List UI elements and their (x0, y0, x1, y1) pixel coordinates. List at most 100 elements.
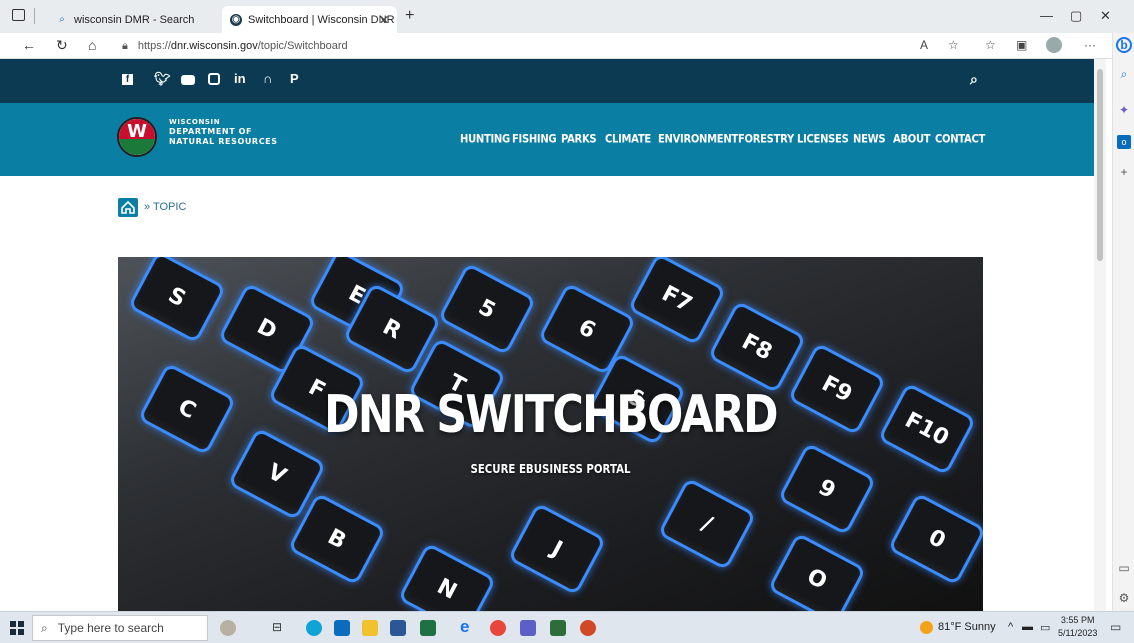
globe-icon: ◉ (230, 13, 242, 26)
hero-banner: S D E R 5 6 F7 F8 F9 F10 C F T & V B N J… (118, 257, 983, 611)
nav-fishing[interactable]: FISHING (512, 133, 557, 146)
favorites-icon[interactable]: ☆ (985, 38, 996, 52)
notifications-icon[interactable]: ▭ (1110, 620, 1121, 634)
bing-chat-icon[interactable]: b (1116, 37, 1132, 53)
nav-about[interactable]: ABOUT (893, 133, 931, 146)
refresh-icon[interactable]: ↻ (56, 37, 68, 54)
settings-icon[interactable]: ⚙ (1117, 591, 1131, 605)
windows-start-icon[interactable] (10, 621, 24, 635)
nav-climate[interactable]: CLIMATE (605, 133, 651, 146)
hero-title: DNR SWITCHBOARD (324, 385, 778, 445)
weather-text[interactable]: 81°F Sunny (938, 621, 996, 633)
window-close-icon[interactable]: ✕ (1100, 8, 1111, 24)
powerpoint-icon[interactable] (580, 620, 596, 636)
profile-avatar[interactable] (1046, 37, 1062, 53)
tab-actions-icon[interactable] (12, 9, 25, 21)
site-search-icon[interactable]: ⌕ (970, 71, 978, 88)
keyboard-key: J (507, 502, 607, 596)
breadcrumb-home-icon[interactable] (118, 198, 138, 217)
linkedin-icon[interactable]: in (234, 71, 246, 86)
dnr-logo[interactable]: W (117, 117, 157, 157)
main-nav-bar: W WISCONSIN DEPARTMENT OF NATURAL RESOUR… (0, 103, 1094, 176)
word-icon[interactable] (390, 620, 406, 636)
outlook-icon[interactable]: o (1117, 135, 1131, 149)
nav-licenses[interactable]: LICENSES (797, 133, 849, 146)
edge-sidebar: b ⌕ ✦ o + ▭ ⚙ (1112, 33, 1134, 611)
keyboard-key: S (127, 257, 227, 344)
system-clock[interactable]: 3:55 PM 5/11/2023 (1058, 614, 1097, 640)
new-tab-icon[interactable]: + (405, 7, 414, 25)
page-scrollbar[interactable] (1094, 59, 1106, 611)
battery-icon[interactable]: ▬ (1022, 621, 1033, 633)
weather-sun-icon[interactable] (920, 621, 933, 634)
outlook-icon[interactable] (334, 620, 350, 636)
url-prefix: https:// (137, 40, 171, 52)
more-icon[interactable]: ··· (1084, 38, 1096, 52)
edge-icon[interactable] (306, 620, 322, 636)
nav-forestry[interactable]: FORESTRY (738, 133, 794, 146)
tab-label: Switchboard | Wisconsin DNR (248, 13, 395, 26)
keyboard-key: 5 (437, 262, 537, 356)
sidebar-toggle-icon[interactable]: ▭ (1117, 561, 1131, 575)
tab-switchboard[interactable]: ◉ Switchboard | Wisconsin DNR ✕ (222, 6, 397, 33)
nav-environment[interactable]: ENVIRONMENT (658, 133, 738, 146)
back-icon[interactable]: ← (22, 37, 36, 53)
tab-label: wisconsin DMR - Search (74, 13, 195, 26)
breadcrumb-topic[interactable]: » TOPIC (144, 201, 186, 213)
address-bar-row: ← ↻ ⌂ 🔒︎ https://dnr.wisconsin.gov/topic… (0, 33, 1134, 59)
add-icon[interactable]: + (1117, 165, 1131, 179)
logo-line-2: DEPARTMENT OF (169, 127, 253, 136)
tab-divider (34, 8, 35, 24)
nav-hunting[interactable]: HUNTING (460, 133, 510, 146)
read-aloud-icon[interactable]: A (920, 38, 928, 52)
keyboard-key: 9 (777, 442, 877, 536)
favorite-add-icon[interactable]: ☆ (948, 38, 959, 52)
keyboard-key: F8 (707, 300, 807, 394)
tools-icon[interactable]: ✦ (1117, 103, 1131, 117)
search-icon: ⌕ (41, 620, 48, 635)
nav-contact[interactable]: CONTACT (935, 133, 985, 146)
logo-line-1: WISCONSIN (169, 118, 221, 126)
search-icon[interactable]: ⌕ (1117, 67, 1131, 81)
collections-icon[interactable]: ▣ (1016, 38, 1027, 52)
excel-icon[interactable] (420, 620, 436, 636)
restore-icon[interactable]: ▢ (1070, 8, 1082, 24)
logo-w-letter: W (127, 121, 147, 142)
youtube-icon[interactable] (181, 75, 195, 85)
taskbar-search-input[interactable]: ⌕ Type here to search (32, 615, 208, 641)
url-path: /topic/Switchboard (257, 40, 348, 52)
home-icon[interactable]: ⌂ (88, 37, 96, 53)
scroll-thumb[interactable] (1097, 69, 1103, 261)
network-icon[interactable]: ▭ (1040, 621, 1050, 634)
internet-explorer-icon[interactable]: e (460, 617, 476, 636)
logo-text[interactable]: WISCONSIN DEPARTMENT OF NATURAL RESOURCE… (169, 117, 278, 147)
instagram-icon[interactable] (208, 73, 220, 85)
close-icon[interactable]: ✕ (379, 13, 389, 27)
url-field[interactable]: 🔒︎ https://dnr.wisconsin.gov/topic/Switc… (122, 36, 982, 56)
task-view-icon[interactable]: ⊟ (272, 620, 288, 636)
nav-news[interactable]: NEWS (853, 133, 886, 146)
podcast-icon[interactable]: ∩ (263, 71, 272, 86)
file-explorer-icon[interactable] (362, 620, 378, 636)
keyboard-key: N (397, 542, 497, 611)
nav-parks[interactable]: PARKS (561, 133, 597, 146)
twitter-icon[interactable]: 🐦︎ (154, 71, 171, 87)
keyboard-key: O (767, 532, 867, 611)
site-top-bar: f 🐦︎ in ∩ P ⌕ (0, 59, 1094, 103)
lock-icon: 🔒︎ (122, 39, 128, 52)
cortana-icon[interactable] (220, 620, 236, 636)
pinterest-icon[interactable]: P (290, 71, 299, 86)
teams-icon[interactable] (520, 620, 536, 636)
clock-date: 5/11/2023 (1058, 628, 1098, 638)
clock-time: 3:55 PM (1060, 615, 1095, 625)
browser-tab-bar: ⌕ wisconsin DMR - Search ✕ ◉ Switchboard… (0, 0, 1134, 33)
chrome-icon[interactable] (490, 620, 506, 636)
url-host: dnr.wisconsin.gov (170, 40, 258, 52)
tray-chevron-icon[interactable]: ^ (1008, 621, 1013, 633)
tab-search[interactable]: ⌕ wisconsin DMR - Search ✕ (48, 6, 248, 33)
keyboard-key: F7 (627, 257, 727, 346)
minimize-icon[interactable]: — (1040, 8, 1053, 23)
app-icon[interactable] (550, 620, 566, 636)
logo-line-3: NATURAL RESOURCES (169, 137, 278, 146)
facebook-icon[interactable]: f (122, 74, 133, 85)
